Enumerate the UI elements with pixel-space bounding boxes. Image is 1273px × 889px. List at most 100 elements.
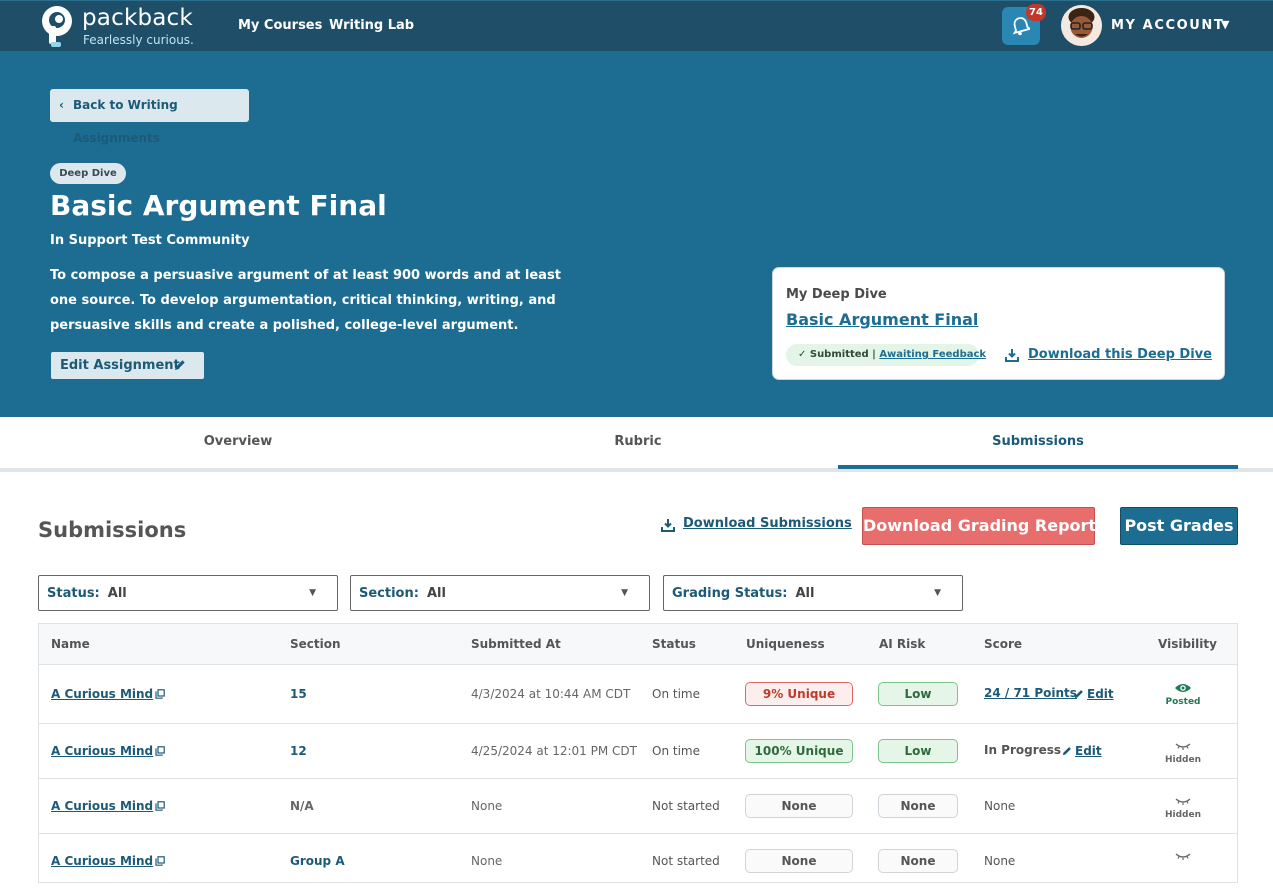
download-deep-dive-link[interactable]: Download this Deep Dive (1005, 347, 1212, 362)
column-header-uniqueness[interactable]: Uniqueness (746, 637, 825, 651)
column-header-status[interactable]: Status (652, 637, 696, 651)
edit-assignment-button[interactable]: Edit Assignment (51, 352, 204, 379)
assignment-type-pill: Deep Dive (50, 163, 126, 184)
avatar[interactable] (1061, 5, 1102, 46)
column-header-name[interactable]: Name (51, 637, 90, 651)
pencil-icon (1074, 690, 1083, 699)
visibility-toggle[interactable]: Hidden (1156, 795, 1210, 820)
brand-name: packback (82, 5, 193, 31)
table-row: A Curious Mind 12 4/25/2024 at 12:01 PM … (39, 724, 1237, 779)
submitted-status-text: ✓ Submitted | (798, 349, 876, 360)
visibility-toggle[interactable] (1156, 850, 1210, 862)
external-link-icon (155, 856, 165, 866)
status-filter-label: Status: (47, 586, 100, 601)
column-header-section[interactable]: Section (290, 637, 341, 651)
score-value: None (984, 854, 1016, 868)
assignment-tabs: Overview Rubric Submissions (0, 417, 1273, 472)
score-value: None (984, 799, 1016, 813)
grading-status-filter-label: Grading Status: (672, 586, 788, 601)
ai-risk-badge: None (878, 849, 958, 873)
student-name-link[interactable]: A Curious Mind (51, 799, 165, 813)
student-name-link[interactable]: A Curious Mind (51, 854, 165, 868)
section-filter-label: Section: (359, 586, 419, 601)
post-grades-button[interactable]: Post Grades (1120, 507, 1238, 545)
visibility-toggle[interactable]: Posted (1156, 682, 1210, 707)
download-submissions-link[interactable]: Download Submissions (661, 516, 852, 532)
packback-logo-icon (42, 6, 72, 47)
status-filter-select[interactable]: Status: All ▼ (38, 575, 338, 611)
download-grading-report-button[interactable]: Download Grading Report (862, 507, 1096, 545)
edit-assignment-label: Edit Assignment (60, 358, 180, 373)
score-value: In Progress (984, 743, 1062, 757)
visibility-label: Hidden (1164, 810, 1201, 820)
submitted-at-value: 4/3/2024 at 10:44 AM CDT (471, 687, 631, 701)
download-deep-dive-label: Download this Deep Dive (1028, 347, 1212, 362)
column-header-submitted-at[interactable]: Submitted At (471, 637, 561, 651)
ai-risk-badge[interactable]: Low (878, 682, 958, 706)
section-filter-select[interactable]: Section: All ▼ (350, 575, 650, 611)
visibility-label: Hidden (1164, 755, 1201, 765)
section-value: Group A (290, 854, 345, 868)
assignment-description: To compose a persuasive argument of at l… (50, 268, 561, 333)
eye-closed-icon (1175, 853, 1191, 860)
eye-closed-icon (1175, 798, 1191, 805)
table-header: Name Section Submitted At Status Uniquen… (39, 624, 1237, 665)
score-link[interactable]: 24 / 71 Points (984, 686, 1077, 700)
edit-score-link[interactable]: Edit (1074, 687, 1114, 701)
tab-overview[interactable]: Overview (38, 417, 438, 468)
chevron-down-icon[interactable]: ▼ (1221, 18, 1229, 31)
submitted-at-value: 4/25/2024 at 12:01 PM CDT (471, 744, 637, 758)
student-name-link[interactable]: A Curious Mind (51, 687, 165, 701)
assignment-title: Basic Argument Final (50, 189, 387, 222)
submitted-at-value: None (471, 854, 503, 868)
status-value: On time (652, 744, 700, 758)
nav-writing-lab[interactable]: Writing Lab (329, 18, 414, 33)
back-button-label: Back to Writing Assignments (73, 98, 178, 145)
edit-score-label: Edit (1087, 687, 1114, 701)
student-name: A Curious Mind (51, 744, 154, 758)
my-deep-dive-card: My Deep Dive Basic Argument Final ✓ Subm… (772, 267, 1225, 380)
download-icon (661, 519, 675, 532)
notification-count-badge: 74 (1026, 4, 1046, 21)
section-filter-value: All (426, 586, 446, 601)
tab-submissions[interactable]: Submissions (838, 417, 1238, 468)
chevron-left-icon: ‹ (59, 98, 64, 112)
external-link-icon (155, 746, 165, 756)
my-deep-dive-link[interactable]: Basic Argument Final (786, 310, 978, 329)
chevron-down-icon: ▼ (621, 588, 628, 598)
my-deep-dive-label: My Deep Dive (786, 287, 887, 302)
pencil-icon (175, 360, 185, 370)
external-link-icon (155, 801, 165, 811)
packback-logo[interactable]: packback Fearlessly curious. (40, 4, 200, 50)
section-value: N/A (290, 799, 314, 813)
section-value: 15 (290, 687, 307, 701)
grading-status-filter-select[interactable]: Grading Status: All ▼ (663, 575, 963, 611)
brand-tagline: Fearlessly curious. (83, 33, 194, 47)
student-name-link[interactable]: A Curious Mind (51, 744, 165, 758)
submitted-at-value: None (471, 799, 503, 813)
column-header-ai-risk[interactable]: AI Risk (879, 637, 925, 651)
eye-closed-icon (1175, 743, 1191, 750)
uniqueness-badge: None (745, 794, 853, 818)
ai-risk-badge[interactable]: Low (878, 739, 958, 763)
student-name: A Curious Mind (51, 854, 154, 868)
submissions-heading: Submissions (38, 518, 187, 542)
back-to-writing-assignments-button[interactable]: ‹ Back to Writing Assignments (50, 89, 249, 145)
table-row: A Curious Mind 15 4/3/2024 at 10:44 AM C… (39, 665, 1237, 724)
edit-score-link[interactable]: Edit (1062, 744, 1102, 758)
download-submissions-label: Download Submissions (683, 516, 852, 531)
uniqueness-badge[interactable]: 9% Unique (745, 682, 853, 706)
pencil-icon (1062, 747, 1071, 756)
status-value: Not started (652, 799, 720, 813)
external-link-icon (155, 689, 165, 699)
awaiting-feedback-link[interactable]: Awaiting Feedback (879, 349, 986, 360)
column-header-score[interactable]: Score (984, 637, 1022, 651)
uniqueness-badge[interactable]: 100% Unique (745, 739, 853, 763)
status-value: Not started (652, 854, 720, 868)
visibility-toggle[interactable]: Hidden (1156, 740, 1210, 765)
nav-my-courses[interactable]: My Courses (238, 18, 322, 33)
student-name: A Curious Mind (51, 687, 154, 701)
my-account-menu[interactable]: MY ACCOUNT (1111, 18, 1224, 33)
tab-rubric[interactable]: Rubric (438, 417, 838, 468)
column-header-visibility[interactable]: Visibility (1158, 637, 1217, 651)
